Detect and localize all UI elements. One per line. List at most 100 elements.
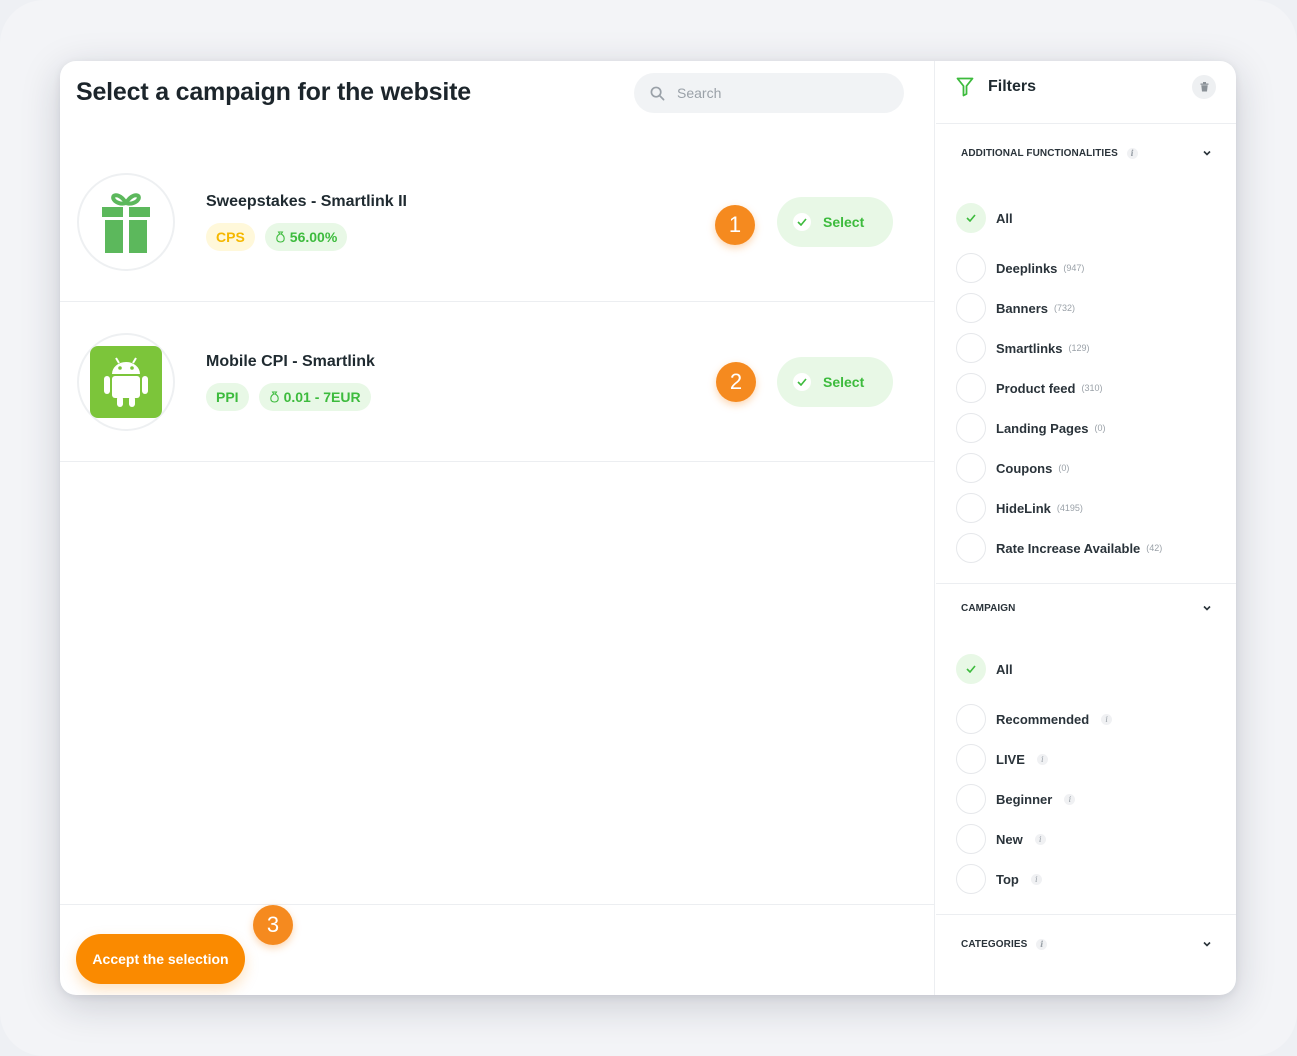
filter-option-deeplinks[interactable]: Deeplinks (947)	[956, 252, 1084, 284]
select-campaign-button[interactable]: Select	[777, 357, 893, 407]
money-bag-icon	[269, 391, 279, 403]
section-additional-functionalities[interactable]: ADDITIONAL FUNCTIONALITIES i	[936, 140, 1236, 170]
commission-rate-value: 56.00%	[289, 229, 338, 245]
commission-rate-badge: 0.01 - 7EUR	[258, 383, 371, 411]
option-count: (129)	[1068, 343, 1090, 353]
option-label: Rate Increase Available	[996, 540, 1141, 556]
option-count: (0)	[1094, 423, 1106, 433]
checkbox[interactable]	[956, 413, 986, 443]
option-count: (4195)	[1056, 503, 1083, 513]
filter-option-all[interactable]: All	[956, 202, 1013, 234]
money-bag-icon	[276, 231, 285, 243]
option-label: LIVE	[996, 751, 1025, 767]
info-icon[interactable]: i	[1101, 713, 1113, 725]
section-categories[interactable]: CATEGORIES i	[936, 931, 1236, 961]
check-icon	[793, 213, 811, 231]
step-marker-2: 2	[716, 362, 756, 402]
gift-icon	[102, 193, 150, 253]
campaign-name: Mobile CPI - Smartlink	[206, 353, 375, 370]
filter-option-rate-increase[interactable]: Rate Increase Available (42)	[956, 532, 1162, 564]
chevron-down-icon	[1203, 150, 1211, 156]
checkbox[interactable]	[956, 654, 986, 684]
campaign-list-panel: Select a campaign for the website Search…	[60, 61, 935, 995]
divider	[936, 914, 1236, 915]
info-icon[interactable]: i	[1036, 753, 1048, 765]
select-button-label: Select	[823, 214, 865, 230]
commission-rate-value: 0.01 - 7EUR	[283, 389, 361, 405]
filter-option-beginner[interactable]: Beginner i	[956, 783, 1076, 815]
info-icon[interactable]: i	[1030, 873, 1042, 885]
campaign-badges: CPS 56.00%	[206, 223, 348, 251]
section-campaign[interactable]: CAMPAIGN	[936, 595, 1236, 625]
filter-option-top[interactable]: Top i	[956, 863, 1042, 895]
filter-option-product-feed[interactable]: Product feed (310)	[956, 372, 1102, 404]
option-label: Landing Pages	[996, 420, 1089, 436]
page-title: Select a campaign for the website	[76, 78, 471, 106]
filter-option-recommended[interactable]: Recommended i	[956, 703, 1113, 735]
step-marker-1: 1	[715, 205, 755, 245]
info-icon[interactable]: i	[1034, 833, 1046, 845]
option-label: Coupons	[996, 460, 1053, 476]
checkbox[interactable]	[956, 373, 986, 403]
filters-title: Filters	[988, 78, 1037, 95]
checkbox[interactable]	[956, 453, 986, 483]
filter-option-landing-pages[interactable]: Landing Pages (0)	[956, 412, 1105, 444]
funnel-icon	[956, 77, 974, 97]
checkbox[interactable]	[956, 784, 986, 814]
chevron-down-icon	[1203, 941, 1211, 947]
filter-option-live[interactable]: LIVE i	[956, 743, 1048, 775]
checkbox[interactable]	[956, 293, 986, 323]
campaign-row: Mobile CPI - Smartlink PPI 0.01 - 7EUR 2…	[60, 302, 935, 462]
search-input[interactable]	[677, 85, 877, 101]
checkbox[interactable]	[956, 744, 986, 774]
option-count: (947)	[1063, 263, 1085, 273]
section-title: CATEGORIES	[961, 939, 1028, 951]
option-label: All	[996, 210, 1013, 226]
checkbox[interactable]	[956, 704, 986, 734]
option-count: (0)	[1058, 463, 1070, 473]
filter-option-coupons[interactable]: Coupons (0)	[956, 452, 1069, 484]
filter-option-new[interactable]: New i	[956, 823, 1046, 855]
option-count: (42)	[1146, 543, 1163, 553]
search-box[interactable]	[634, 73, 904, 113]
option-label: Recommended	[996, 711, 1090, 727]
step-marker-3: 3	[253, 905, 293, 945]
commission-rate-badge: 56.00%	[264, 223, 348, 251]
checkbox[interactable]	[956, 864, 986, 894]
checkbox[interactable]	[956, 253, 986, 283]
campaign-logo	[77, 333, 175, 431]
check-icon	[966, 665, 976, 673]
checkbox[interactable]	[956, 493, 986, 523]
trash-icon	[1200, 82, 1208, 92]
filter-option-all[interactable]: All	[956, 653, 1013, 685]
accept-selection-button[interactable]: Accept the selection	[76, 934, 245, 984]
campaign-row: Sweepstakes - Smartlink II CPS 56.00% 1 …	[60, 142, 935, 302]
search-icon	[650, 86, 665, 100]
option-label: New	[996, 831, 1023, 847]
option-label: Banners	[996, 300, 1049, 316]
divider	[936, 583, 1236, 584]
filter-option-smartlinks[interactable]: Smartlinks (129)	[956, 332, 1090, 364]
section-title: ADDITIONAL FUNCTIONALITIES	[961, 148, 1118, 160]
filters-panel: Filters ADDITIONAL FUNCTIONALITIES i All	[936, 61, 1236, 995]
checkbox[interactable]	[956, 333, 986, 363]
option-label: Smartlinks	[996, 340, 1063, 356]
option-count: (310)	[1081, 383, 1103, 393]
info-icon[interactable]: i	[1064, 793, 1076, 805]
checkbox[interactable]	[956, 203, 986, 233]
checkbox[interactable]	[956, 824, 986, 854]
info-icon: i	[1036, 939, 1048, 950]
option-count: (732)	[1054, 303, 1076, 313]
checkbox[interactable]	[956, 533, 986, 563]
chevron-down-icon	[1203, 605, 1211, 611]
filter-option-banners[interactable]: Banners (732)	[956, 292, 1075, 324]
clear-filters-button[interactable]	[1192, 75, 1216, 99]
option-label: Deeplinks	[996, 260, 1058, 276]
footer-bar: Accept the selection 3	[60, 904, 935, 995]
option-label: All	[996, 661, 1013, 677]
campaign-badges: PPI 0.01 - 7EUR	[206, 383, 371, 411]
option-label: Beginner	[996, 791, 1053, 807]
filter-option-hidelink[interactable]: HideLink (4195)	[956, 492, 1083, 524]
select-campaign-button[interactable]: Select	[777, 197, 893, 247]
check-icon	[966, 214, 976, 222]
